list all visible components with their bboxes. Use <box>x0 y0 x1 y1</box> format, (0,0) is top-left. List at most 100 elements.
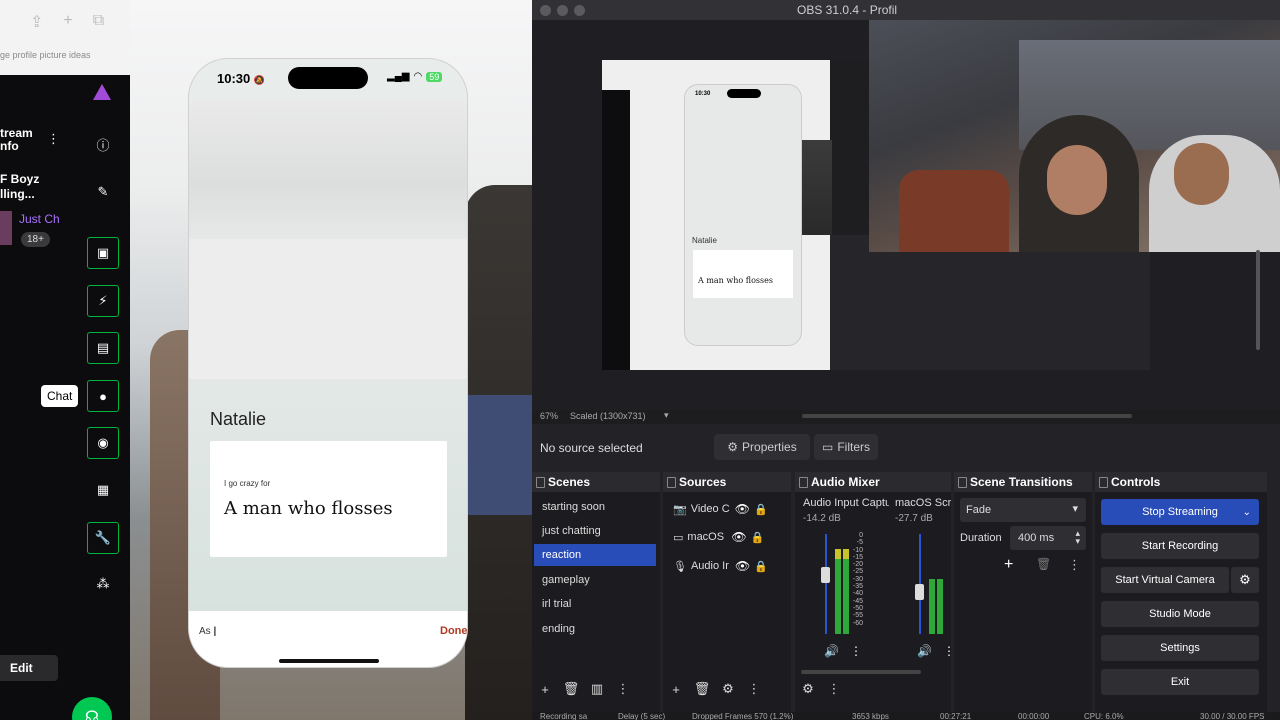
duration-input[interactable]: 400 ms ▴ ▾ <box>1010 526 1086 550</box>
controls-dock: Controls Stop Streaming ⌄ Start Recording… <box>1095 472 1267 720</box>
dynamic-island <box>288 67 368 89</box>
scene-item[interactable]: gameplay <box>534 569 656 591</box>
edit-button[interactable]: Edit <box>0 655 58 681</box>
visibility-eye-icon[interactable]: 👁 <box>731 530 746 544</box>
virtual-camera-settings-icon[interactable]: ⚙ <box>1231 567 1259 593</box>
mixer-scrollbar[interactable] <box>801 670 921 674</box>
close-window-button[interactable] <box>540 5 551 16</box>
scene-filters-icon[interactable]: ▥ <box>584 681 610 697</box>
recording-status: Recording sa <box>540 712 588 720</box>
twitch-dashboard: tream nfo ⋮ F Boyz lling... Just Ch 18+ … <box>0 75 130 720</box>
pencil-icon[interactable]: ✎ <box>92 181 114 203</box>
add-scene-icon[interactable]: + <box>532 682 558 697</box>
start-virtual-camera-button[interactable]: Start Virtual Camera <box>1101 567 1229 593</box>
extensions-icon[interactable]: ⁂ <box>92 573 114 595</box>
zoom-window-button[interactable] <box>574 5 585 16</box>
add-transition-icon[interactable]: + <box>1004 556 1013 574</box>
sources-more-icon[interactable]: ⋮ <box>741 681 767 697</box>
quick-action-clip-icon[interactable]: ▣ <box>87 237 119 269</box>
nested-phone: 10:30 <box>684 84 802 346</box>
preview-horizontal-scrollbar[interactable] <box>802 414 1132 418</box>
speaker-icon[interactable]: 🔊 <box>824 644 839 658</box>
transition-select[interactable]: Fade <box>960 498 1086 522</box>
volume-fader-knob[interactable] <box>821 567 830 583</box>
address-bar-suggestion[interactable]: ge profile picture ideas <box>0 50 91 60</box>
browser-toolbar: ⇪ + ⧉ ge profile picture ideas <box>0 0 130 75</box>
properties-button[interactable]: ⚙ Properties <box>714 434 810 460</box>
source-item[interactable]: 📷 Video C 👁 🔒 <box>673 502 768 516</box>
remove-transition-icon[interactable]: 🗑 <box>1036 557 1051 571</box>
remove-source-icon[interactable]: 🗑 <box>689 681 715 697</box>
category-link[interactable]: Just Ch <box>19 212 60 226</box>
lock-icon[interactable]: 🔒 <box>751 531 765 544</box>
prompt-answer: A man who flosses <box>224 498 393 519</box>
mixer-channel-db: -14.2 dB <box>803 513 841 524</box>
chat-tooltip: Chat <box>41 385 79 407</box>
mixer-more-icon[interactable]: ⋮ <box>821 681 847 697</box>
layout-icon[interactable]: ▦ <box>92 479 114 501</box>
volume-fader-knob[interactable] <box>915 584 924 600</box>
minimize-window-button[interactable] <box>557 5 568 16</box>
filter-icon: ▭ <box>821 440 834 454</box>
lock-icon[interactable]: 🔒 <box>754 560 768 573</box>
obs-preview[interactable]: 10:30 Natalie A man who flosses <box>532 20 1280 410</box>
obs-status-bar: Recording sa Delay (5 sec) Dropped Frame… <box>532 712 1280 720</box>
tabs-overview-icon[interactable]: ⧉ <box>93 12 104 32</box>
headset-icon[interactable]: ☊ <box>72 697 112 720</box>
scene-item[interactable]: just chatting <box>534 520 656 542</box>
quick-action-bolt-icon[interactable]: ⚡ <box>87 285 119 317</box>
preview-vertical-scrollbar[interactable] <box>1256 250 1260 350</box>
prompt-question: I go crazy for <box>224 479 271 488</box>
sources-title: Sources <box>663 472 791 492</box>
scene-item-selected[interactable]: reaction <box>534 544 656 566</box>
scene-transitions-title: Scene Transitions <box>954 472 1092 492</box>
quick-action-broadcast-icon[interactable]: ◉ <box>87 427 119 459</box>
info-icon[interactable]: ⓘ <box>92 133 114 155</box>
quick-action-wrench-icon[interactable]: 🔧 <box>87 522 119 554</box>
zoom-dropdown-icon[interactable]: ▾ <box>664 410 669 421</box>
source-item[interactable]: 🎙 Audio Ir 👁 🔒 <box>673 559 768 573</box>
studio-mode-button[interactable]: Studio Mode <box>1101 601 1259 627</box>
chevron-down-icon[interactable]: ⌄ <box>1243 507 1251 518</box>
source-properties-icon[interactable]: ⚙ <box>715 681 741 697</box>
status-icons: ▂▄▆ ◠ 59 <box>387 71 443 82</box>
done-button[interactable]: Done <box>440 625 467 637</box>
stop-streaming-button[interactable]: Stop Streaming ⌄ <box>1101 499 1259 525</box>
mixer-settings-icon[interactable]: ⚙ <box>795 681 821 697</box>
exit-button[interactable]: Exit <box>1101 669 1259 695</box>
remove-scene-icon[interactable]: 🗑 <box>558 681 584 697</box>
recording-time: 00:00:00 <box>1018 712 1050 720</box>
share-icon[interactable]: ⇪ <box>30 12 43 32</box>
kebab-menu-icon[interactable]: ⋮ <box>47 131 60 147</box>
quick-action-chat-icon[interactable]: ● <box>87 380 119 412</box>
transition-more-icon[interactable]: ⋮ <box>1068 557 1081 573</box>
new-tab-icon[interactable]: + <box>63 12 72 32</box>
scenes-more-icon[interactable]: ⋮ <box>610 681 636 697</box>
visibility-eye-icon[interactable]: 👁 <box>735 559 750 573</box>
start-recording-button[interactable]: Start Recording <box>1101 533 1259 559</box>
lock-icon[interactable]: 🔒 <box>754 503 768 516</box>
prompt-card[interactable]: I go crazy for A man who flosses <box>210 441 447 557</box>
no-source-label: No source selected <box>540 441 643 455</box>
obs-window: OBS 31.0.4 - Profil 10:30 Natalie A man … <box>532 0 1280 720</box>
speaker-icon[interactable]: 🔊 <box>917 644 932 658</box>
home-indicator[interactable] <box>279 659 379 663</box>
nested-profile-name: Natalie <box>692 236 717 245</box>
scene-item[interactable]: irl trial <box>534 593 656 615</box>
scene-item[interactable]: starting soon <box>534 496 656 518</box>
delay-status: Delay (5 sec) <box>618 712 666 720</box>
sources-dock: Sources 📷 Video C 👁 🔒 ▭ macOS 👁 🔒 🎙 Audio Ir 👁 🔒 … <box>663 472 791 720</box>
add-source-icon[interactable]: + <box>663 682 689 697</box>
nested-prompt-card: A man who flosses <box>693 250 793 298</box>
stepper-icon[interactable]: ▴ ▾ <box>1075 529 1080 546</box>
volume-fader-track[interactable] <box>825 534 827 634</box>
settings-button[interactable]: Settings <box>1101 635 1259 661</box>
filters-button[interactable]: ▭ Filters <box>814 434 878 460</box>
comment-input[interactable]: As | <box>199 626 216 637</box>
stream-title-preview: F Boyz lling... <box>0 172 40 201</box>
channel-more-icon[interactable]: ⋮ <box>850 644 862 658</box>
scene-item[interactable]: ending <box>534 618 656 640</box>
visibility-eye-icon[interactable]: 👁 <box>735 502 750 516</box>
source-item[interactable]: ▭ macOS 👁 🔒 <box>673 530 764 544</box>
quick-action-notes-icon[interactable]: ▤ <box>87 332 119 364</box>
